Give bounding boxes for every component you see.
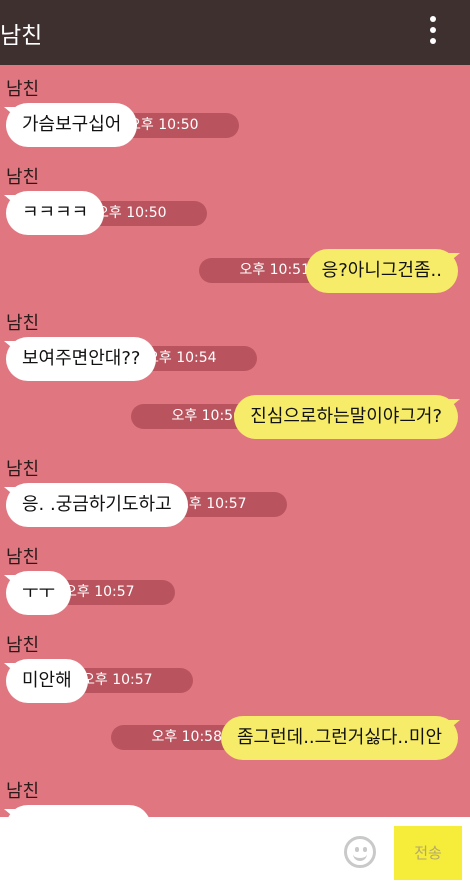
incoming-message[interactable]: ㅋㅋㅋㅋ (3, 191, 105, 235)
incoming-message[interactable]: 응. .궁금하기도하고 (4, 483, 188, 527)
incoming-message[interactable]: 보여주면안대?? (3, 337, 157, 381)
message-time: 오후 10:51 (199, 258, 322, 283)
sender-name: 남친 (6, 167, 40, 188)
smiley-icon[interactable] (344, 836, 376, 868)
message-input[interactable] (0, 817, 340, 887)
sender-name: 남친 (6, 781, 40, 802)
outgoing-message[interactable]: 응?아니그건좀.. (305, 249, 461, 293)
chat-header: 남친 (0, 0, 470, 65)
incoming-message[interactable] (4, 805, 151, 817)
message-time: 오후 10:58 (111, 725, 234, 750)
message-list[interactable]: 남친 오후 10:50 가슴보구십어 남친 오후 10:50 ㅋㅋㅋㅋ 오후 1… (0, 65, 470, 817)
input-bar: 전송 (0, 817, 470, 887)
send-button[interactable]: 전송 (394, 826, 462, 880)
sender-name: 남친 (6, 635, 40, 656)
more-vertical-icon[interactable] (426, 16, 440, 48)
incoming-message[interactable]: ㅜㅜ (3, 571, 72, 615)
incoming-message[interactable]: 미안해 (4, 659, 88, 703)
sender-name: 남친 (6, 313, 40, 334)
sender-name: 남친 (6, 79, 40, 100)
outgoing-message[interactable]: 진심으로하는말이야그거? (234, 395, 460, 439)
chat-title: 남친 (0, 23, 43, 49)
sender-name: 남친 (6, 459, 40, 480)
incoming-message[interactable]: 가슴보구십어 (3, 103, 138, 147)
message-time: 오후 10:57 (54, 580, 175, 605)
sender-name: 남친 (6, 547, 40, 568)
message-time: 오후 10:57 (72, 668, 193, 693)
message-time: 오후 10:50 (86, 201, 207, 226)
outgoing-message[interactable]: 좀그런데..그런거싫다..미안 (220, 716, 461, 760)
